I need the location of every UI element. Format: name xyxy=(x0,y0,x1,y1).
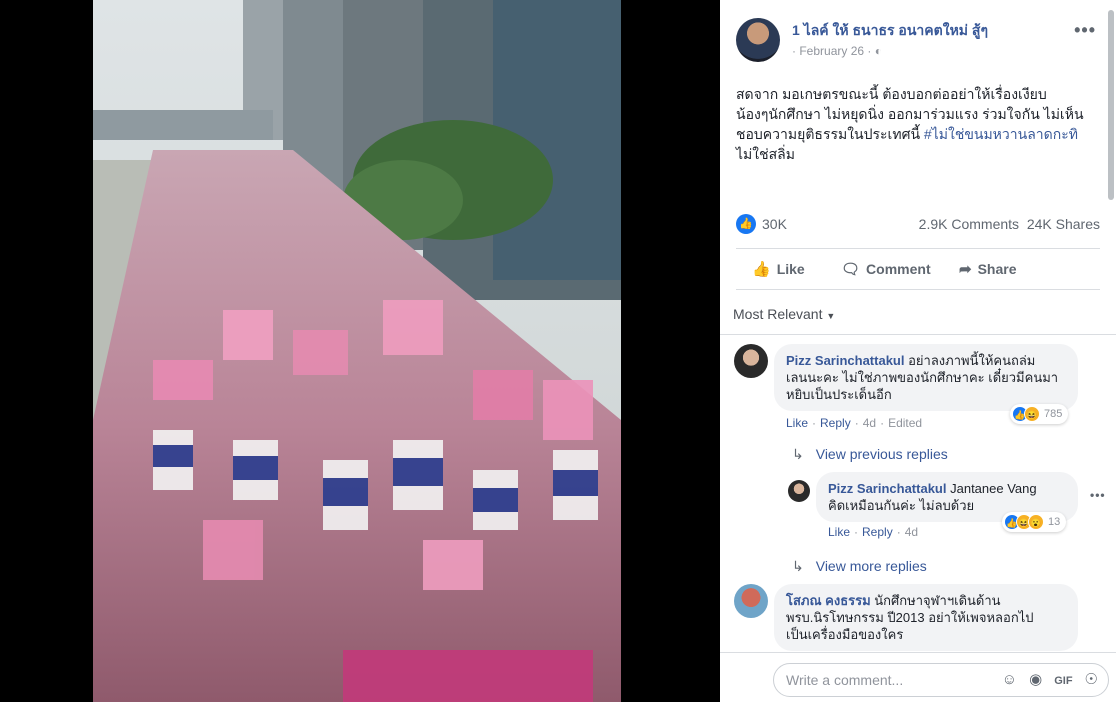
scrollbar[interactable] xyxy=(1108,10,1114,200)
reply-reactions[interactable]: 👍😆😮 13 xyxy=(1002,512,1067,532)
comment-bubble: Pizz Sarinchattakul อย่าลงภาพนี้ให้คนถล่… xyxy=(774,344,1078,411)
gif-icon[interactable]: GIF xyxy=(1054,675,1072,687)
composer-icons: ☺ ◉ GIF ☉ xyxy=(990,664,1098,697)
comment-text: นักศึกษาจุฬาฯเดินด้าน xyxy=(874,593,1001,608)
caret-down-icon: ▼ xyxy=(826,311,836,321)
view-previous-replies-label: View previous replies xyxy=(815,446,948,462)
sticker-icon[interactable]: ☉ xyxy=(1085,671,1098,688)
post-actions-bar: 👍 Like 🗨 Comment ➦ Share xyxy=(736,248,1100,290)
reaction-count: 785 xyxy=(1044,408,1063,421)
reply-like-link[interactable]: Like xyxy=(828,525,850,539)
post-text-segment: ชอบความยุติธรรมในประเทศนี้ xyxy=(736,126,924,142)
comment-sort-dropdown[interactable]: Most Relevant ▼ xyxy=(733,306,835,322)
replier-name[interactable]: Pizz Sarinchattakul xyxy=(828,481,946,496)
hashtag-link[interactable]: #ไม่ใช่ขนมหวานลาดกะทิ xyxy=(924,126,1078,142)
author-avatar[interactable] xyxy=(736,18,780,62)
post-photo[interactable] xyxy=(93,0,621,702)
comment-time[interactable]: 4d xyxy=(863,416,876,430)
comment-like-link[interactable]: Like xyxy=(786,416,808,430)
comments-shares: 2.9K Comments 24K Shares xyxy=(919,216,1100,232)
comment-text: เลนนะคะ ไม่ใช่ภาพของนักศึกษาคะ เดี๋ยวมีค… xyxy=(786,370,1059,385)
post-side-panel: 1 ไลค์ ให้ ธนาธร อนาคตใหม่ สู้ๆ · Februa… xyxy=(720,0,1116,702)
reply-options-icon[interactable]: ••• xyxy=(1090,488,1112,502)
like-button[interactable]: 👍 Like xyxy=(752,260,805,278)
haha-reaction-icon: 😆 xyxy=(1024,406,1040,423)
like-count[interactable]: 30K xyxy=(762,216,787,232)
share-label: Share xyxy=(977,261,1017,277)
reply-mention[interactable]: Jantanee Vang xyxy=(950,481,1037,496)
comment-reactions[interactable]: 👍😆 785 xyxy=(1010,404,1069,424)
comment-text: อย่าลงภาพนี้ให้คนถล่ม xyxy=(908,353,1036,368)
author-name[interactable]: 1 ไลค์ ให้ ธนาธร อนาคตใหม่ สู้ๆ xyxy=(792,20,988,42)
commenter-name[interactable]: Pizz Sarinchattakul xyxy=(786,353,904,368)
comment-text: เป็นเครื่องมือของใคร xyxy=(786,627,904,642)
globe-icon: ◐ xyxy=(874,44,882,58)
share-icon: ➦ xyxy=(959,261,972,278)
comment-bubble: โสภณ คงธรรม นักศึกษาจุฬาฯเดินด้าน พรบ.นิ… xyxy=(774,584,1078,651)
divider xyxy=(720,334,1116,335)
view-more-replies-label: View more replies xyxy=(815,558,927,574)
view-more-replies-link[interactable]: ↳ View more replies xyxy=(792,558,927,575)
reply-arrow-icon: ↳ xyxy=(792,446,804,462)
post-text-line: สดจาก มอเกษตรขณะนี้ ต้องบอกต่ออย่าให้เรื… xyxy=(736,86,1047,102)
photo-viewer xyxy=(0,0,720,702)
more-options-icon[interactable]: ••• xyxy=(1074,20,1096,41)
camera-icon[interactable]: ◉ xyxy=(1029,671,1042,688)
post-header: 1 ไลค์ ให้ ธนาธร อนาคตใหม่ สู้ๆ · Februa… xyxy=(736,16,1100,66)
reply-reply-link[interactable]: Reply xyxy=(862,525,893,539)
thumbs-up-icon: 👍 xyxy=(752,261,771,278)
like-label: Like xyxy=(776,261,805,277)
comment-button[interactable]: 🗨 Comment xyxy=(841,260,931,278)
reply-text: คิดเหมือนกันค่ะ ไม่ลบด้วย xyxy=(828,498,975,513)
reply-actions: Like · Reply · 4d xyxy=(828,525,919,539)
replier-avatar[interactable] xyxy=(788,480,810,502)
share-button[interactable]: ➦ Share xyxy=(959,260,1017,278)
comment-composer: Write a comment... ☺ ◉ GIF ☉ xyxy=(720,652,1116,702)
shares-count[interactable]: 24K Shares xyxy=(1027,216,1100,232)
reaction-counts: 👍 30K 2.9K Comments 24K Shares xyxy=(736,214,1100,236)
comment-label: Comment xyxy=(866,261,931,277)
comment-edited[interactable]: Edited xyxy=(888,416,922,430)
comment-input[interactable]: Write a comment... ☺ ◉ GIF ☉ xyxy=(773,663,1109,697)
post-date[interactable]: February 26 xyxy=(799,44,864,58)
reply-time[interactable]: 4d xyxy=(905,525,918,539)
post-text-line: ไม่ใช่สลิ่ม xyxy=(736,146,795,162)
wow-reaction-icon: 😮 xyxy=(1028,514,1044,531)
view-previous-replies-link[interactable]: ↳ View previous replies xyxy=(792,446,948,463)
commenter-avatar[interactable] xyxy=(734,584,768,618)
comments-count[interactable]: 2.9K Comments xyxy=(919,216,1019,232)
commenter-name[interactable]: โสภณ คงธรรม xyxy=(786,593,871,608)
emoji-icon[interactable]: ☺ xyxy=(1002,671,1017,688)
comment-text: หยิบเป็นประเด็นอีก xyxy=(786,387,892,402)
comment-icon: 🗨 xyxy=(841,261,861,278)
post-text: สดจาก มอเกษตรขณะนี้ ต้องบอกต่ออย่าให้เรื… xyxy=(736,84,1106,164)
reaction-count: 13 xyxy=(1048,516,1061,529)
post-meta: · February 26 · ◐ xyxy=(792,44,882,58)
reply-arrow-icon: ↳ xyxy=(792,558,804,574)
sort-label: Most Relevant xyxy=(733,306,823,322)
protest-crowd-image xyxy=(93,0,621,702)
commenter-avatar[interactable] xyxy=(734,344,768,378)
like-reaction-icon[interactable]: 👍 xyxy=(736,214,756,234)
comment-reply-link[interactable]: Reply xyxy=(820,416,851,430)
post-text-line: ชอบความยุติธรรมในประเทศนี้ #ไม่ใช่ขนมหวา… xyxy=(736,124,1106,144)
comment-input-placeholder: Write a comment... xyxy=(786,672,904,688)
comment-text: พรบ.นิรโทษกรรม ปี2013 อย่าให้เพจหลอกไป xyxy=(786,610,1034,625)
post-text-line: น้องๆนักศึกษา ไม่หยุดนิ่ง ออกมาร่วมแรง ร… xyxy=(736,106,1084,122)
comment-actions: Like · Reply · 4d · Edited xyxy=(786,416,923,430)
